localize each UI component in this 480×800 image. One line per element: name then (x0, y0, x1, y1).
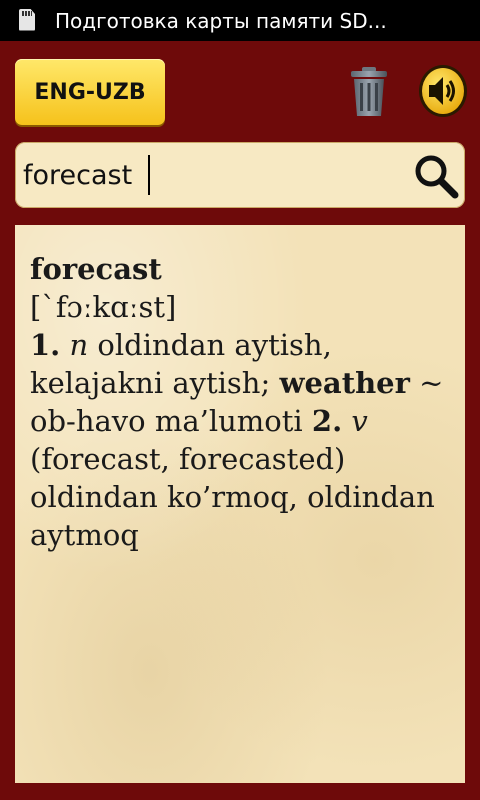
sense-1-pos: n (69, 328, 89, 362)
trash-icon[interactable] (348, 66, 390, 118)
status-bar: Подготовка карты памяти SD... (0, 0, 480, 41)
headword: forecast (30, 252, 162, 286)
language-direction-button[interactable]: ENG-UZB (15, 59, 165, 125)
sense-2-number: 2. (311, 404, 343, 438)
status-notification-text: Подготовка карты памяти SD... (55, 8, 387, 33)
speaker-icon[interactable] (418, 64, 468, 118)
search-field-container (15, 142, 465, 208)
search-input[interactable] (23, 152, 403, 198)
sense-1-number: 1. (30, 328, 61, 362)
text-cursor (148, 155, 150, 195)
search-icon[interactable] (411, 151, 461, 201)
definition-panel: forecast [`fɔːkɑːst] 1. n oldindan aytis… (15, 225, 465, 783)
dictionary-entry: forecast [`fɔːkɑːst] 1. n oldindan aytis… (30, 250, 455, 554)
sense-2-text: (forecast, forecasted) oldindan ko’rmoq,… (30, 442, 435, 552)
sense-2-pos: v (351, 404, 368, 438)
sd-card-icon (17, 8, 39, 34)
phrase-headword: weather (279, 366, 410, 400)
pronunciation: [`fɔːkɑːst] (30, 290, 177, 324)
